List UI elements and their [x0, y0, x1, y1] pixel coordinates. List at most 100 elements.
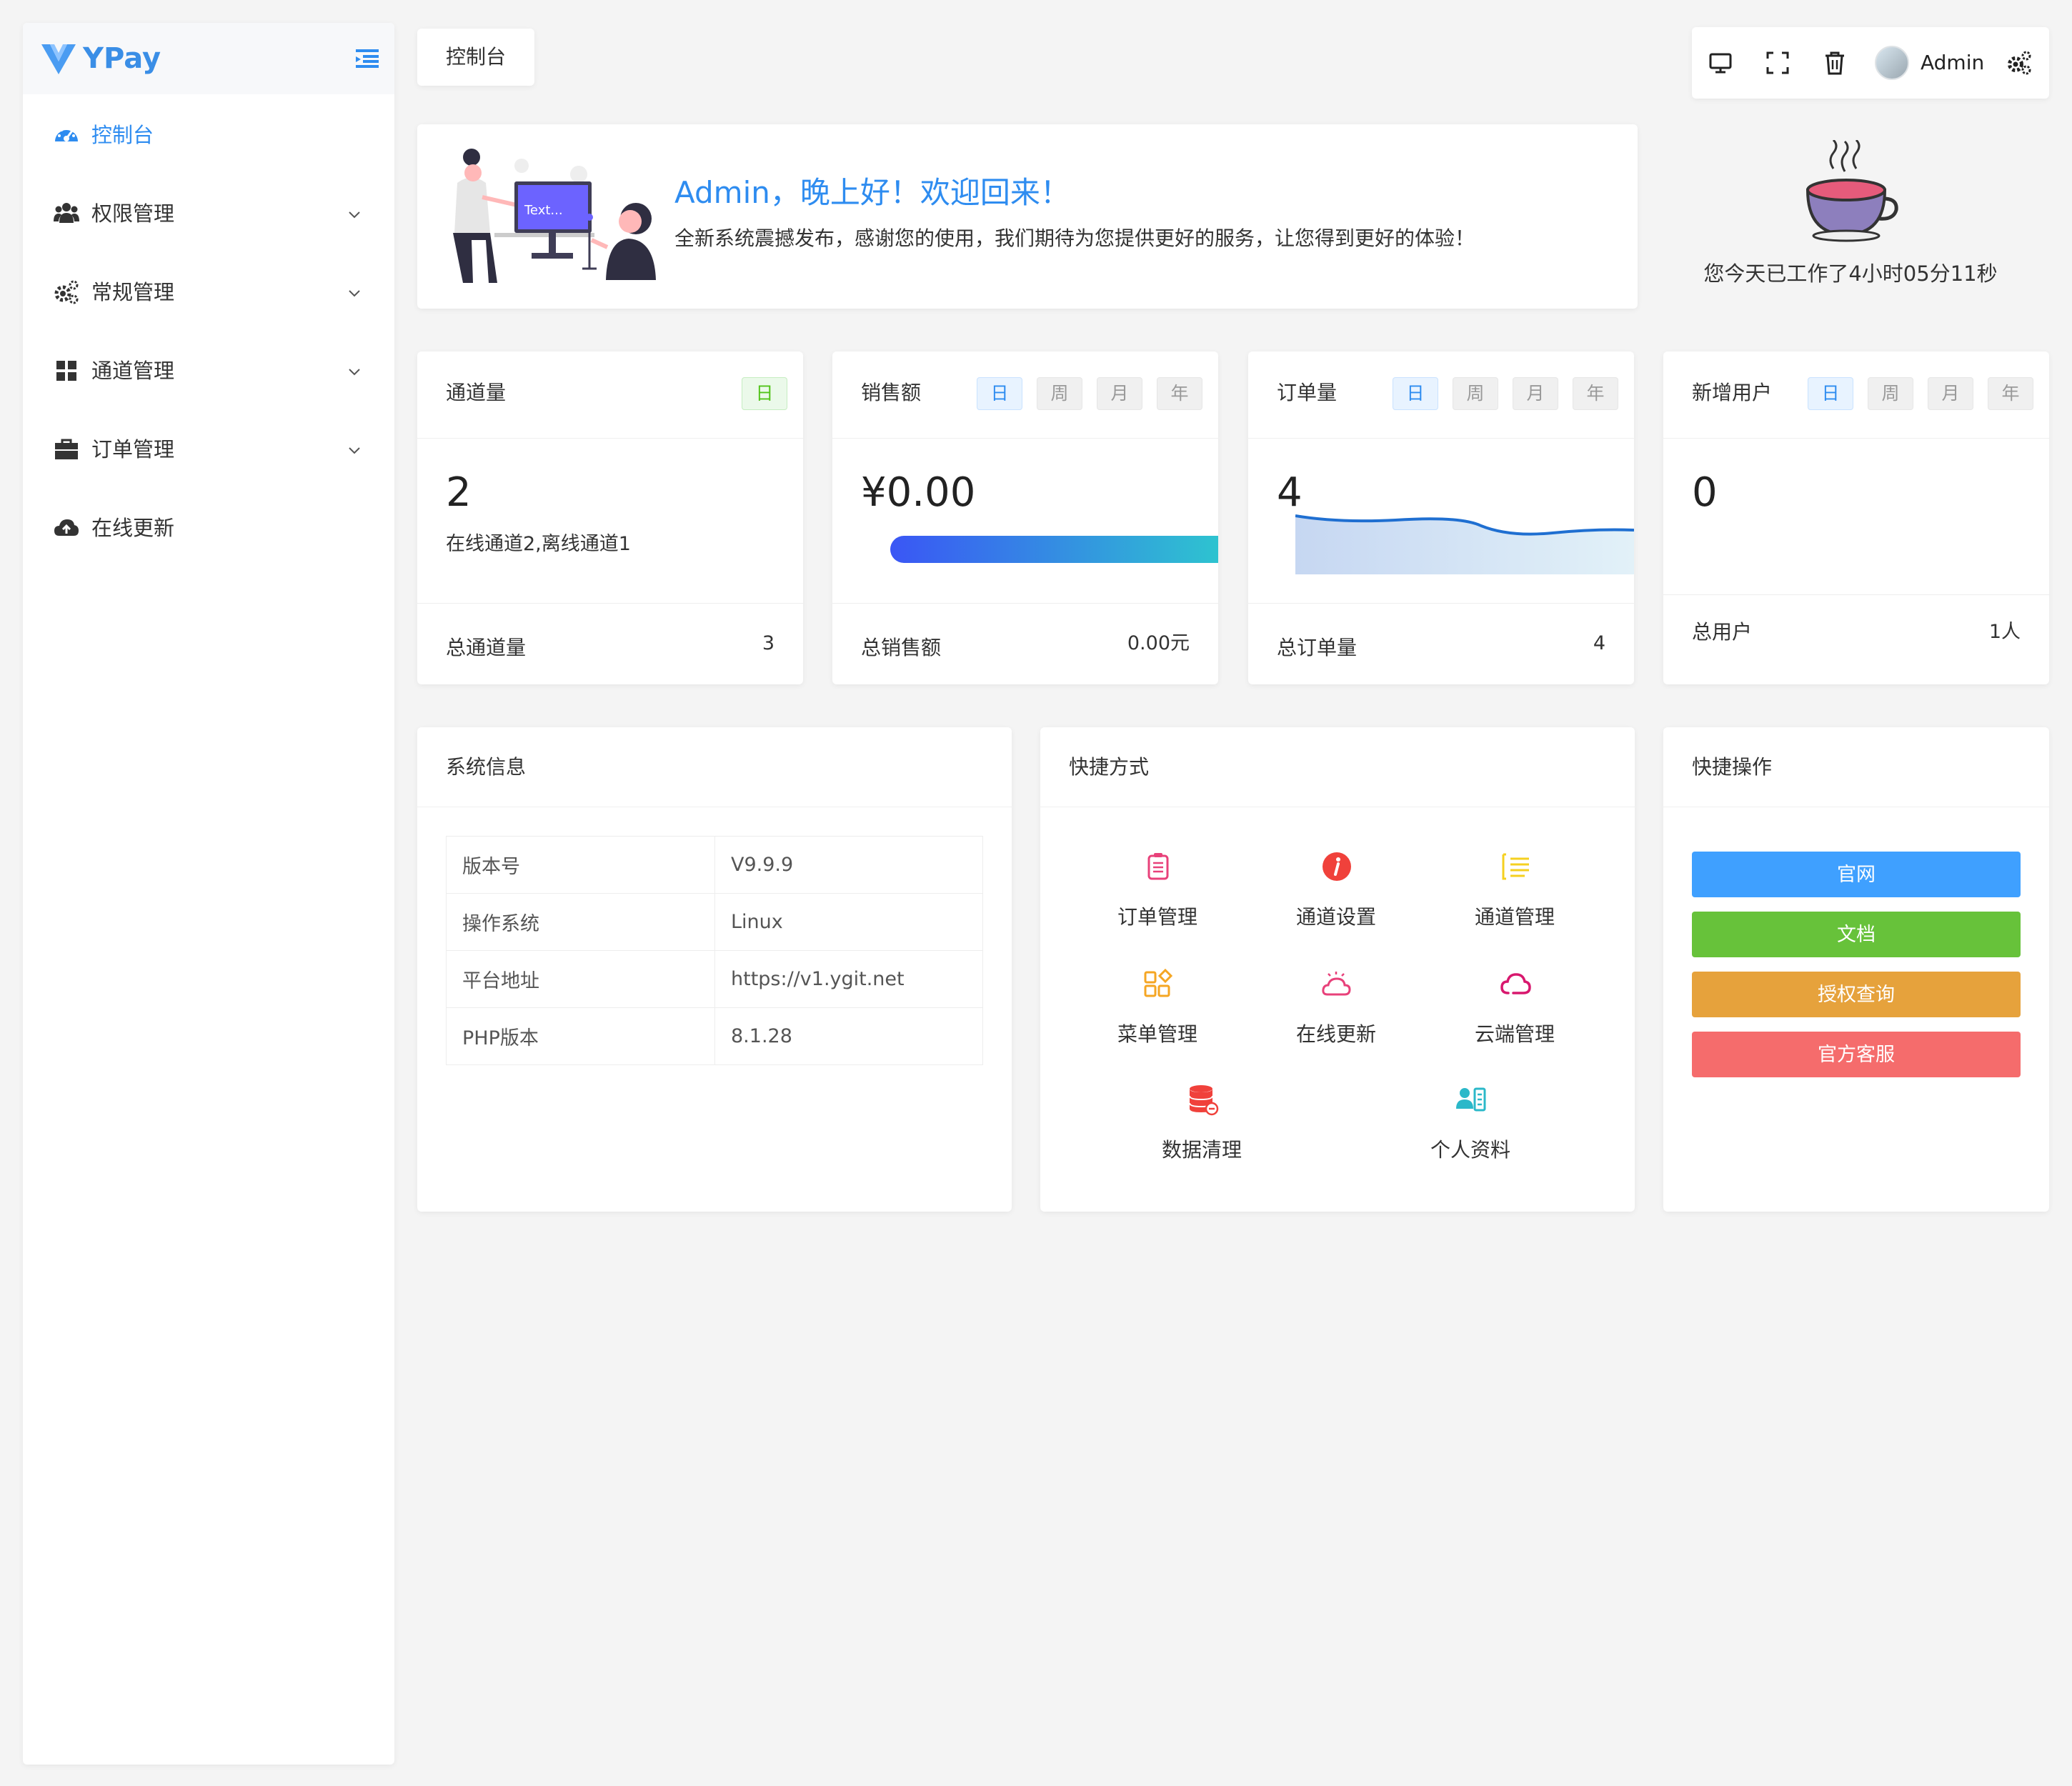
period-badge-week[interactable]: 周: [1037, 377, 1082, 410]
settings-cogs-icon[interactable]: [2006, 50, 2032, 76]
info-key: 操作系统: [446, 893, 715, 951]
period-badge-week[interactable]: 周: [1453, 377, 1498, 410]
period-badge-day[interactable]: 日: [977, 377, 1022, 410]
stat-footer-label: 总通道量: [446, 636, 527, 659]
stat-footer-value: 4: [1593, 632, 1605, 654]
menu-collapse-icon[interactable]: [353, 44, 382, 73]
welcome-title: Admin，晚上好！欢迎回来！: [674, 175, 1070, 210]
welcome-illustration: Text...: [453, 149, 656, 283]
sidebar-item-online-update[interactable]: 在线更新: [23, 489, 394, 567]
period-badge-month[interactable]: 月: [1513, 377, 1558, 410]
info-value: 8.1.28: [714, 1007, 983, 1065]
shortcut-order-management[interactable]: 订单管理: [1086, 850, 1229, 950]
docs-button[interactable]: 文档: [1692, 912, 2021, 957]
shortcut-channel-settings[interactable]: 通道设置: [1265, 850, 1408, 950]
customer-service-button[interactable]: 官方客服: [1692, 1032, 2021, 1077]
grid-icon: [56, 361, 76, 381]
dashboard-icon: [55, 126, 78, 141]
stat-footer-value: 3: [762, 632, 774, 654]
user-name[interactable]: Admin: [1921, 46, 1984, 80]
stat-header: 新增用户 日 周 月 年: [1663, 351, 2049, 439]
shortcut-online-update[interactable]: 在线更新: [1265, 967, 1408, 1067]
chevron-down-icon: [349, 290, 360, 297]
stat-value: ¥0.00: [861, 469, 976, 516]
sidebar-item-channels[interactable]: 通道管理: [23, 331, 394, 410]
info-value: V9.9.9: [714, 836, 983, 894]
period-badge-year[interactable]: 年: [1988, 377, 2033, 410]
period-badge-day[interactable]: 日: [1808, 377, 1853, 410]
cogs-icon: [54, 280, 79, 304]
shortcut-label: 通道设置: [1295, 905, 1376, 929]
stat-footer-value: 1人: [1988, 621, 2021, 643]
shortcut-label: 在线更新: [1295, 1022, 1376, 1046]
avatar[interactable]: [1875, 46, 1909, 80]
welcome-card: Text... Admin，晚上好！欢迎回来！ 全新系统震撼发布，感谢您的使用，…: [417, 124, 1638, 309]
sidebar-item-dashboard[interactable]: 控制台: [23, 96, 394, 174]
shortcut-cloud-management[interactable]: 云端管理: [1443, 967, 1586, 1067]
panel-title: 快捷方式: [1069, 755, 1150, 779]
teacup-icon: [1805, 140, 1898, 242]
period-badge-month[interactable]: 月: [1097, 377, 1142, 410]
stat-header: 订单量 日 周 月 年: [1248, 351, 1634, 439]
shortcut-channel-management[interactable]: 通道管理: [1443, 850, 1586, 950]
info-icon: [1323, 852, 1351, 881]
stat-footer: 总销售额 0.00元: [832, 603, 1218, 684]
sidebar-item-label: 权限管理: [91, 201, 175, 226]
stat-subtext: 在线通道2,离线通道1: [446, 533, 631, 555]
period-badge-day[interactable]: 日: [1393, 377, 1438, 410]
fullscreen-icon[interactable]: [1765, 50, 1790, 76]
stat-card-sales: 销售额 日 周 月 年 ¥0.00 总销售额 0.00元: [832, 351, 1218, 684]
period-badge-year[interactable]: 年: [1157, 377, 1202, 410]
shortcuts-panel: 快捷方式 订单管理 通道设置 通道管理 菜单管理 在线更新 云端管理 数据清理 …: [1040, 727, 1635, 1212]
period-badge-day[interactable]: 日: [742, 377, 787, 410]
info-key: PHP版本: [446, 1007, 715, 1065]
period-badge-year[interactable]: 年: [1573, 377, 1618, 410]
sales-progress-bar: [890, 536, 1218, 563]
period-badge-month[interactable]: 月: [1928, 377, 1973, 410]
stat-footer: 总通道量 3: [417, 603, 803, 684]
sidebar-item-general[interactable]: 常规管理: [23, 253, 394, 331]
stat-footer-label: 总销售额: [861, 636, 942, 659]
stat-header: 销售额 日 周 月 年: [832, 351, 1218, 439]
shortcut-label: 订单管理: [1117, 905, 1197, 929]
stat-title: 新增用户: [1692, 381, 1773, 404]
table-row: PHP版本 8.1.28: [446, 1007, 983, 1065]
sidebar: YPay 控制台 权限管理 常规管理 通道管理 订单管理 在线更新: [23, 23, 394, 1765]
shortcut-profile[interactable]: 个人资料: [1399, 1083, 1542, 1183]
stat-title: 订单量: [1277, 381, 1338, 404]
sidebar-item-label: 通道管理: [91, 359, 175, 383]
system-info-panel: 系统信息 版本号 V9.9.9 操作系统 Linux 平台地址 https://v1.…: [417, 727, 1012, 1212]
stat-footer-label: 总订单量: [1277, 636, 1358, 659]
welcome-subtitle: 全新系统震撼发布，感谢您的使用，我们期待为您提供更好的服务，让您得到更好的体验！: [674, 226, 1475, 250]
sidebar-item-label: 在线更新: [91, 516, 175, 540]
list-icon: [1502, 853, 1529, 880]
panel-title: 系统信息: [446, 755, 527, 779]
table-row: 版本号 V9.9.9: [446, 836, 983, 894]
illustration-text: Text...: [524, 203, 563, 218]
sidebar-item-orders[interactable]: 订单管理: [23, 410, 394, 489]
users-icon: [54, 203, 79, 223]
monitor-icon[interactable]: [1708, 50, 1733, 76]
shortcut-label: 菜单管理: [1117, 1022, 1197, 1046]
order-list-icon: [1147, 853, 1169, 880]
chevron-down-icon: [349, 369, 360, 376]
trash-icon[interactable]: [1822, 50, 1848, 76]
license-query-button[interactable]: 授权查询: [1692, 972, 2021, 1017]
cloud-upload-icon: [54, 519, 79, 536]
period-badge-week[interactable]: 周: [1868, 377, 1913, 410]
stat-card-orders: 订单量 日 周 月 年 4 总订单量 4: [1248, 351, 1634, 684]
stat-value: 0: [1692, 469, 1718, 516]
info-key: 版本号: [446, 836, 715, 894]
sidebar-item-permissions[interactable]: 权限管理: [23, 174, 394, 253]
stat-value: 2: [446, 469, 472, 516]
official-site-button[interactable]: 官网: [1692, 852, 2021, 897]
tab-dashboard[interactable]: 控制台: [417, 29, 534, 86]
shortcut-menu-management[interactable]: 菜单管理: [1086, 967, 1229, 1067]
shortcut-data-cleanup[interactable]: 数据清理: [1130, 1083, 1273, 1183]
briefcase-icon: [55, 439, 78, 459]
cloud-sun-icon: [1322, 972, 1351, 996]
sidebar-item-label: 订单管理: [91, 437, 175, 462]
system-info-table: 版本号 V9.9.9 操作系统 Linux 平台地址 https://v1.ygit.…: [446, 836, 983, 1065]
stat-title: 通道量: [446, 381, 507, 404]
cloud-icon: [1500, 973, 1531, 994]
